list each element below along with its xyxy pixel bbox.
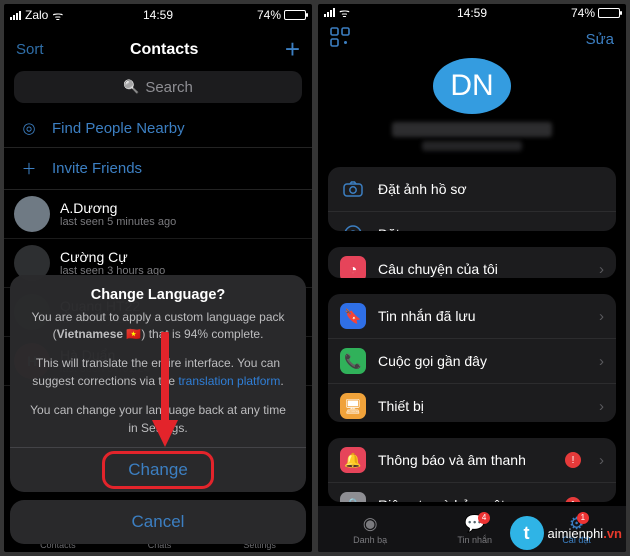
add-user-icon: ＋ xyxy=(18,158,40,179)
clock: 14:59 xyxy=(457,6,487,20)
bell-icon: 🔔 xyxy=(340,447,366,473)
notifications[interactable]: 🔔 Thông báo và âm thanh ! › xyxy=(328,438,616,483)
alert-badge: ! xyxy=(565,452,581,468)
invite-friends-label: Invite Friends xyxy=(52,160,142,177)
camera-icon xyxy=(340,176,366,202)
tab-bar: ◉ Danh bạ 💬 Tin nhắn 4 ⚙ Cài đặt 1 xyxy=(318,506,626,552)
dialog-body: This will translate the entire interface… xyxy=(10,347,306,394)
battery-pct: 74% xyxy=(257,8,281,22)
contact-name: Cường Cự xyxy=(60,249,165,265)
sort-button[interactable]: Sort xyxy=(16,41,44,58)
contact-status: last seen 5 minutes ago xyxy=(60,216,176,228)
settings-topbar: Sửa xyxy=(318,21,626,58)
tab-chats[interactable]: 💬 Tin nhắn 4 xyxy=(457,514,492,545)
signal-icon xyxy=(324,8,335,17)
profile-sub-redacted xyxy=(422,141,522,151)
chevron-right-icon: › xyxy=(599,261,604,278)
main-section: 🔖 Tin nhắn đã lưu › 📞 Cuộc gọi gần đây ›… xyxy=(328,294,616,422)
tab-contacts[interactable]: ◉ Danh bạ xyxy=(353,514,387,545)
battery-pct: 74% xyxy=(571,6,595,20)
story-section: ◔ Câu chuyện của tôi › xyxy=(328,247,616,278)
find-nearby-label: Find People Nearby xyxy=(52,120,185,137)
set-profile-photo[interactable]: Đặt ảnh hồ sơ xyxy=(328,167,616,212)
search-placeholder: Search xyxy=(145,79,193,96)
prefs-section: 🔔 Thông báo và âm thanh ! › 🔒 Riêng tư v… xyxy=(328,438,616,502)
dialog-body: You are about to apply a custom language… xyxy=(10,309,306,348)
story-icon: ◔ xyxy=(340,256,366,278)
edit-button[interactable]: Sửa xyxy=(586,31,614,48)
row-label: Câu chuyện của tôi xyxy=(378,261,498,277)
tab-label: Tin nhắn xyxy=(457,535,492,545)
row-label: Riêng tư và bảo mật xyxy=(378,497,505,502)
saved-messages[interactable]: 🔖 Tin nhắn đã lưu › xyxy=(328,294,616,339)
badge: 1 xyxy=(577,512,589,524)
chevron-right-icon: › xyxy=(599,398,604,415)
privacy[interactable]: 🔒 Riêng tư và bảo mật 1 › xyxy=(328,483,616,502)
add-contact-button[interactable]: + xyxy=(285,34,300,65)
status-bar: ᯤ 14:59 74% xyxy=(318,4,626,21)
row-label: Thiết bị xyxy=(378,398,424,414)
my-story[interactable]: ◔ Câu chuyện của tôi › xyxy=(328,247,616,278)
clock: 14:59 xyxy=(143,8,173,22)
row-label: Đặt ảnh hồ sơ xyxy=(378,181,467,197)
invite-friends[interactable]: ＋ Invite Friends xyxy=(4,148,312,190)
cancel-button[interactable]: Cancel xyxy=(10,500,306,544)
flag-icon: 🇻🇳 xyxy=(126,326,141,343)
set-username[interactable]: Đặt username xyxy=(328,212,616,231)
change-button[interactable]: Change xyxy=(10,447,306,492)
contacts-header: Sort Contacts + xyxy=(4,26,312,71)
battery-icon xyxy=(284,10,306,20)
signal-icon xyxy=(10,11,21,20)
chevron-right-icon: › xyxy=(599,497,604,502)
contact-name: A.Dương xyxy=(60,200,176,216)
chevron-right-icon: › xyxy=(599,353,604,370)
count-badge: 1 xyxy=(565,497,581,502)
devices[interactable]: 🖥 Thiết bị › xyxy=(328,384,616,422)
dialog-body: You can change your language back at any… xyxy=(10,394,306,447)
wifi-icon: ᯤ xyxy=(339,4,350,21)
row-label: Cuộc gọi gần đây xyxy=(378,353,487,369)
status-bar: Zalo ᯤ 14:59 74% xyxy=(4,4,312,26)
carrier-label: Zalo xyxy=(25,8,48,22)
change-language-sheet: Change Language? You are about to apply … xyxy=(4,275,312,552)
chevron-right-icon: › xyxy=(599,308,604,325)
phone-icon: 📞 xyxy=(340,348,366,374)
avatar xyxy=(14,196,50,232)
phone-left: Zalo ᯤ 14:59 74% Sort Contacts + 🔍 Searc… xyxy=(4,4,312,552)
profile-avatar[interactable]: DN xyxy=(433,58,511,114)
tab-label: Cài đặt xyxy=(562,535,591,545)
page-title: Contacts xyxy=(130,41,198,59)
dialog-title: Change Language? xyxy=(10,275,306,309)
recent-calls[interactable]: 📞 Cuộc gọi gần đây › xyxy=(328,339,616,384)
profile-name-redacted xyxy=(392,122,552,138)
dialog: Change Language? You are about to apply … xyxy=(10,275,306,492)
bookmark-icon: 🔖 xyxy=(340,303,366,329)
search-input[interactable]: 🔍 Search xyxy=(14,71,302,103)
find-people-nearby[interactable]: ◎ Find People Nearby xyxy=(4,109,312,148)
phone-right: ᯤ 14:59 74% Sửa DN xyxy=(318,4,626,552)
row-label: Thông báo và âm thanh xyxy=(378,452,526,468)
location-icon: ◎ xyxy=(18,119,40,137)
at-icon xyxy=(340,221,366,231)
wifi-icon: ᯤ xyxy=(52,7,63,24)
tab-settings[interactable]: ⚙ Cài đặt 1 xyxy=(562,514,591,545)
row-label: Tin nhắn đã lưu xyxy=(378,308,476,324)
translation-platform-link[interactable]: translation platform xyxy=(178,374,280,388)
lock-icon: 🔒 xyxy=(340,492,366,502)
devices-icon: 🖥 xyxy=(340,393,366,419)
row-label: Đặt username xyxy=(378,226,466,231)
tab-label: Danh bạ xyxy=(353,535,387,545)
profile-setup-section: Đặt ảnh hồ sơ Đặt username xyxy=(328,167,616,231)
qr-icon[interactable] xyxy=(330,27,350,52)
badge: 4 xyxy=(478,512,490,524)
contact-row[interactable]: A.Dương last seen 5 minutes ago xyxy=(4,190,312,239)
battery-icon xyxy=(598,8,620,18)
search-icon: 🔍 xyxy=(123,79,139,95)
contacts-icon: ◉ xyxy=(363,514,378,534)
chevron-right-icon: › xyxy=(599,452,604,469)
